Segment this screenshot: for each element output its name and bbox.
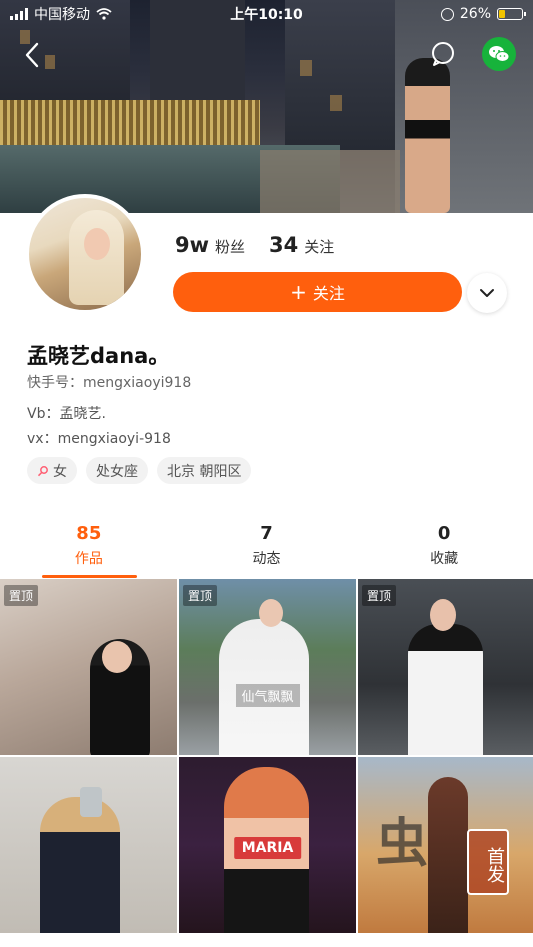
- tab-works[interactable]: 85 作品: [0, 510, 178, 580]
- banner-deck: [260, 150, 400, 213]
- video-caption: 仙气飘飘: [235, 684, 300, 707]
- following-count[interactable]: 34: [269, 233, 298, 257]
- expand-recommend-button[interactable]: [467, 273, 507, 313]
- pinned-badge: 置顶: [183, 585, 218, 606]
- female-icon: [37, 465, 48, 476]
- signal-icon: [10, 8, 28, 20]
- back-arrow-icon[interactable]: [18, 40, 48, 70]
- video-tile[interactable]: 置顶: [358, 579, 533, 755]
- profile-tags: 女 处女座 北京 朝阳区: [27, 457, 252, 484]
- wechat-icon: [489, 46, 510, 62]
- works-grid: 置顶 置顶 仙气飘飘 置顶 MARIA 虫 首发: [0, 579, 533, 933]
- profile-banner: [0, 0, 533, 213]
- zodiac-tag: 处女座: [86, 457, 148, 484]
- follow-button-label: 关注: [312, 284, 345, 303]
- banner-lights: [0, 100, 260, 148]
- following-label[interactable]: 关注: [304, 236, 334, 257]
- location-tag: 北京 朝阳区: [157, 457, 252, 484]
- profile-name: 孟晓艺dana。: [27, 344, 170, 368]
- fans-label[interactable]: 粉丝: [215, 236, 245, 257]
- video-tile[interactable]: [0, 757, 177, 933]
- pinned-badge: 置顶: [362, 585, 397, 606]
- video-tile[interactable]: 虫 首发: [358, 757, 533, 933]
- profile-tabs: 85 作品 7 动态 0 收藏: [0, 510, 533, 580]
- battery-icon: [497, 8, 526, 20]
- profile-stats: 9w 粉丝 34 关注: [175, 233, 352, 257]
- debut-badge: 首发: [467, 829, 509, 895]
- bio-line: Vb：孟晓艺.: [27, 406, 106, 422]
- avatar[interactable]: [25, 194, 145, 314]
- video-title-badge: MARIA: [233, 837, 302, 859]
- pinned-badge: 置顶: [4, 585, 39, 606]
- chevron-down-icon: [480, 289, 494, 297]
- banner-person: [405, 58, 450, 213]
- video-tile[interactable]: MARIA: [179, 757, 356, 933]
- follow-button[interactable]: + 关注: [173, 272, 462, 312]
- active-tab-indicator: [42, 575, 137, 578]
- status-bar: 中国移动 上午10:10 26%: [0, 0, 533, 28]
- wifi-icon: [96, 8, 112, 20]
- fans-count[interactable]: 9w: [175, 233, 209, 257]
- plus-icon: +: [290, 280, 307, 304]
- carrier-label: 中国移动: [34, 7, 90, 23]
- rotation-lock-icon: [440, 7, 454, 21]
- wechat-share-button[interactable]: [482, 37, 516, 71]
- video-tile[interactable]: 置顶: [0, 579, 177, 755]
- status-time: 上午10:10: [230, 7, 303, 23]
- bio-line: vx：mengxiaoyi-918: [27, 431, 171, 447]
- watermark-text: 虫: [376, 814, 429, 874]
- profile-id: 快手号：mengxiaoyi918: [27, 375, 192, 391]
- message-bubble-icon[interactable]: [427, 38, 459, 70]
- tab-favorites[interactable]: 0 收藏: [355, 510, 533, 580]
- gender-tag: 女: [27, 457, 77, 484]
- battery-percent: 26%: [459, 6, 491, 22]
- video-tile[interactable]: 置顶 仙气飘飘: [179, 579, 356, 755]
- tab-moments[interactable]: 7 动态: [178, 510, 356, 580]
